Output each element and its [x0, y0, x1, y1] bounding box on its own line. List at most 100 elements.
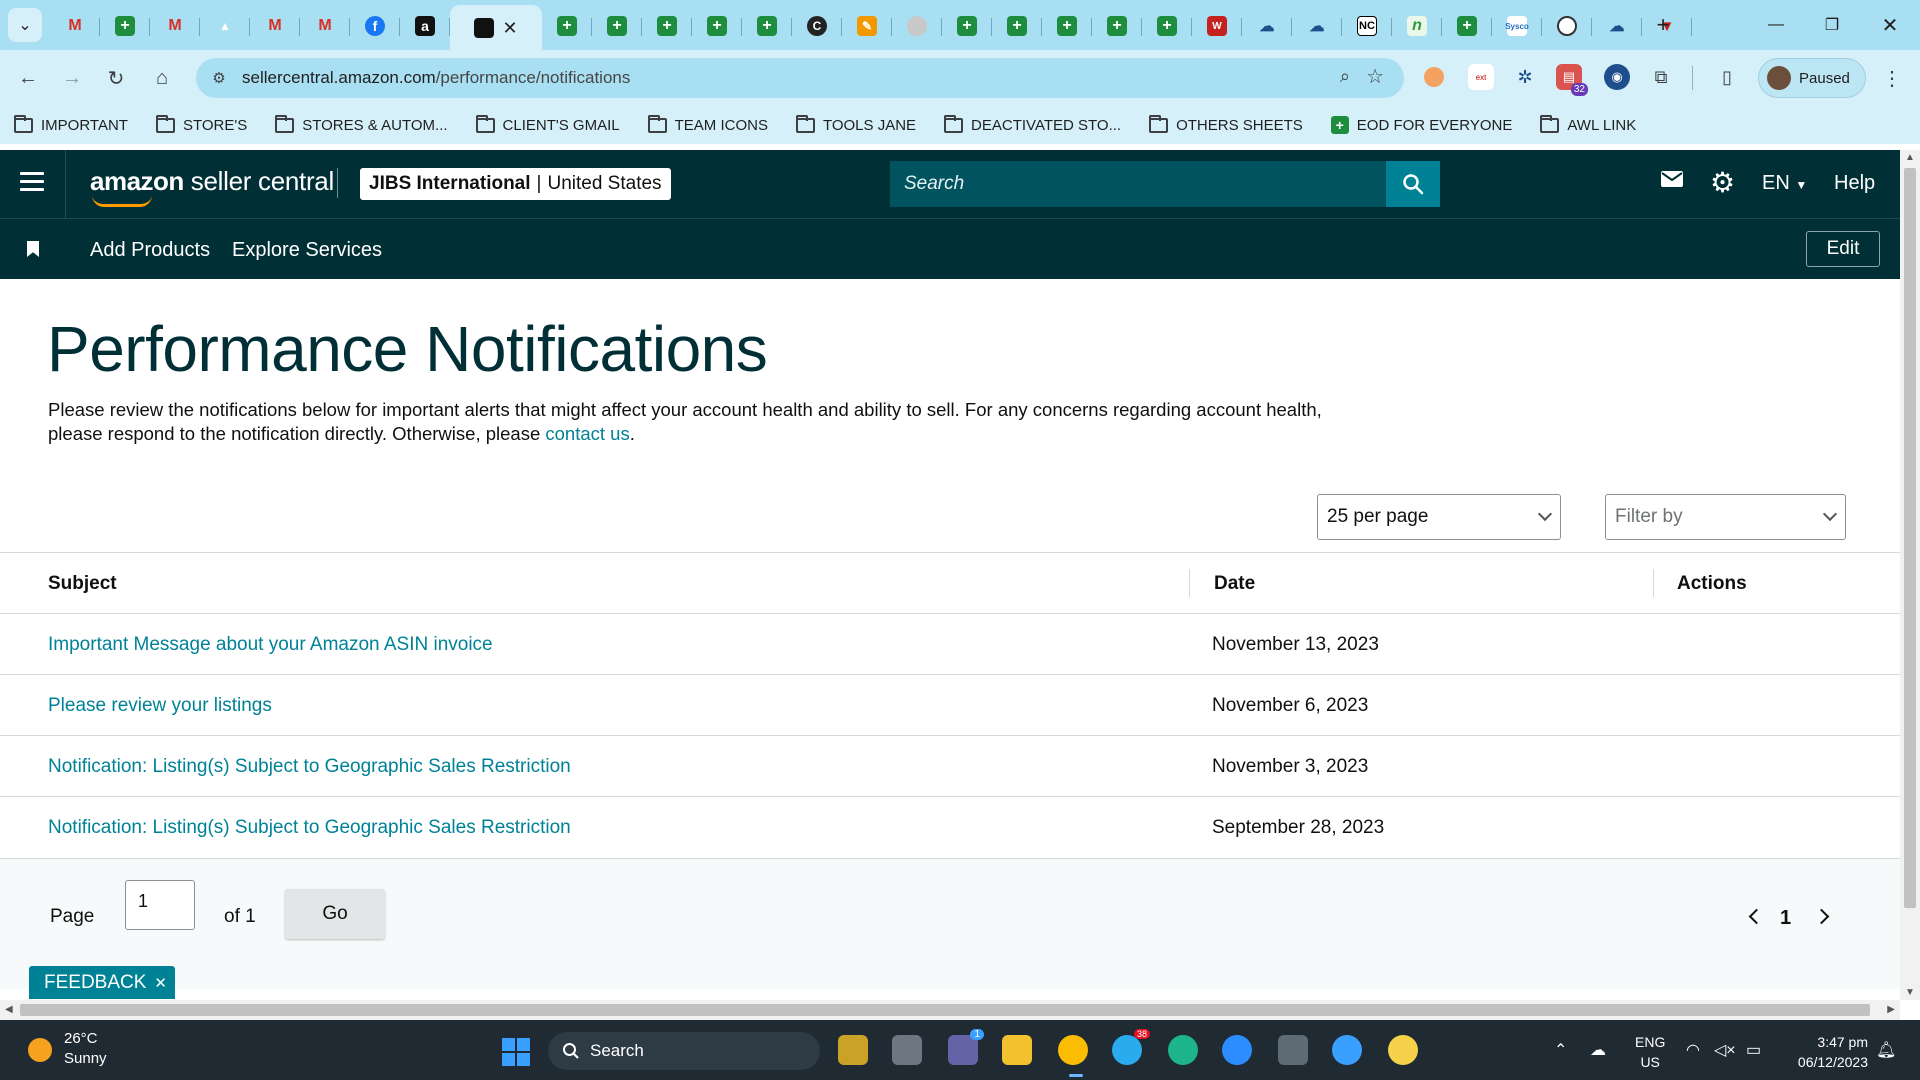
zoom-icon[interactable]: ⌕ [1340, 66, 1350, 87]
browser-tab[interactable]: W [1192, 6, 1242, 46]
volume-muted-icon[interactable]: ◁× [1714, 1040, 1736, 1060]
scrollbar-thumb[interactable] [1904, 168, 1916, 908]
notification-subject-link[interactable]: Important Message about your Amazon ASIN… [48, 634, 493, 656]
bookmark-item[interactable]: CLIENT'S GMAIL [475, 114, 620, 134]
chevron-up-icon[interactable]: ⌃ [1554, 1040, 1567, 1060]
teams-icon[interactable]: 1 [948, 1029, 984, 1065]
horizontal-scrollbar[interactable]: ◀ ▶ [0, 1000, 1900, 1020]
restore-icon[interactable]: ❐ [1812, 8, 1852, 42]
search-button[interactable] [1386, 161, 1440, 207]
taskbar-app-icon[interactable] [892, 1035, 922, 1065]
bookmark-item[interactable]: OTHERS SHEETS [1149, 114, 1303, 134]
site-info-icon[interactable]: ⚙ [208, 67, 230, 89]
taskbar-app-icon[interactable] [1332, 1035, 1362, 1065]
store-selector[interactable]: JIBS International | United States [360, 168, 671, 200]
browser-tab[interactable]: C [792, 6, 842, 46]
file-explorer-icon[interactable] [1002, 1035, 1032, 1065]
contact-us-link[interactable]: contact us [545, 423, 629, 444]
home-icon[interactable]: ⌂ [146, 62, 178, 94]
address-bar[interactable]: ⚙ sellercentral.amazon.com/performance/n… [196, 58, 1404, 98]
onedrive-icon[interactable]: ☁ [1590, 1040, 1606, 1060]
browser-tab[interactable] [892, 6, 942, 46]
settings-gear-icon[interactable]: ⚙ [1710, 166, 1735, 199]
search-input[interactable]: Search [890, 161, 1386, 207]
hamburger-menu-icon[interactable] [20, 172, 44, 192]
filter-by-select[interactable]: Filter by [1605, 494, 1846, 540]
system-clock[interactable]: 3:47 pm 06/12/2023 [1780, 1032, 1868, 1072]
vertical-scrollbar[interactable]: ▲ ▼ [1900, 150, 1920, 1000]
scroll-right-icon[interactable]: ▶ [1887, 1004, 1895, 1015]
wifi-icon[interactable]: ◠ [1686, 1040, 1700, 1060]
scroll-left-icon[interactable]: ◀ [5, 1004, 13, 1015]
current-page-number[interactable]: 1 [1780, 907, 1791, 930]
browser-tab[interactable]: + [692, 6, 742, 46]
tab-search-icon[interactable]: ⌄ [8, 8, 42, 42]
browser-tab[interactable]: M [250, 6, 300, 46]
input-language[interactable]: ENG US [1635, 1032, 1665, 1072]
side-panel-icon[interactable]: ▯ [1714, 64, 1740, 90]
browser-tab[interactable]: f [350, 6, 400, 46]
windows-start-icon[interactable] [502, 1038, 530, 1066]
column-header-subject[interactable]: Subject [48, 573, 117, 595]
menu-icon[interactable]: ⋮ [1876, 62, 1908, 94]
browser-tab[interactable]: ✎ [842, 6, 892, 46]
mail-icon[interactable] [1660, 168, 1684, 196]
bookmark-item[interactable]: IMPORTANT [14, 114, 128, 134]
feedback-button[interactable]: FEEDBACK ✕ [29, 966, 175, 999]
add-products-link[interactable]: Add Products [90, 239, 210, 262]
edge-icon[interactable] [1168, 1035, 1198, 1065]
bookmark-item[interactable]: TOOLS JANE [795, 114, 916, 134]
scroll-down-icon[interactable]: ▼ [1905, 987, 1915, 998]
bookmark-item[interactable]: TEAM ICONS [647, 114, 768, 134]
page-number-input[interactable]: 1 [125, 880, 195, 930]
browser-tab[interactable]: + [942, 6, 992, 46]
browser-tab[interactable]: + [592, 6, 642, 46]
taskbar-search[interactable]: Search [548, 1032, 820, 1070]
telegram-icon[interactable]: 38 [1112, 1029, 1150, 1065]
bookmark-item[interactable]: DEACTIVATED STO... [944, 114, 1121, 134]
extension-icon[interactable]: ▤ 32 [1556, 64, 1588, 96]
extension-icon[interactable]: ◉ [1604, 64, 1630, 90]
weather-temperature[interactable]: 26°C [64, 1030, 98, 1047]
new-tab-button[interactable]: + [1648, 10, 1678, 40]
close-icon[interactable]: ✕ [154, 974, 167, 992]
extension-icon[interactable] [1424, 67, 1444, 87]
extension-icon[interactable]: ext [1468, 64, 1494, 90]
browser-tab[interactable]: M [300, 6, 350, 46]
browser-tab[interactable]: + [642, 6, 692, 46]
browser-tab[interactable]: + [992, 6, 1042, 46]
browser-tab[interactable]: + [1092, 6, 1142, 46]
language-selector[interactable]: EN ▼ [1762, 172, 1807, 195]
browser-tab[interactable]: ☁ [1242, 6, 1292, 46]
chevron-right-icon[interactable] [1813, 908, 1830, 925]
browser-tab[interactable]: M [150, 6, 200, 46]
bookmark-icon[interactable] [27, 241, 39, 257]
forward-icon[interactable]: → [56, 62, 88, 94]
per-page-select[interactable]: 25 per page [1317, 494, 1561, 540]
weather-sun-icon[interactable] [28, 1038, 52, 1062]
browser-tab[interactable]: ▲ [200, 6, 250, 46]
profile-button[interactable]: Paused [1758, 58, 1866, 98]
notification-subject-link[interactable]: Notification: Listing(s) Subject to Geog… [48, 817, 571, 839]
close-window-icon[interactable]: ✕ [1870, 8, 1910, 42]
calculator-icon[interactable] [1278, 1035, 1308, 1065]
battery-icon[interactable]: ▭ [1746, 1040, 1761, 1060]
browser-tab[interactable]: + [100, 6, 150, 46]
taskbar-app-icon[interactable] [838, 1035, 868, 1065]
minimize-icon[interactable]: — [1756, 8, 1796, 42]
extensions-puzzle-icon[interactable]: ⧉ [1648, 64, 1674, 90]
bookmark-item[interactable]: STORES & AUTOM... [275, 114, 448, 134]
go-button[interactable]: Go [285, 889, 385, 939]
back-icon[interactable]: ← [12, 62, 44, 94]
bookmark-star-icon[interactable]: ☆ [1366, 64, 1384, 89]
chrome-icon[interactable] [1058, 1035, 1088, 1065]
edit-nav-button[interactable]: Edit [1806, 231, 1880, 267]
browser-tab[interactable]: M [50, 6, 100, 46]
scrollbar-thumb[interactable] [20, 1004, 1870, 1016]
seller-central-logo[interactable]: amazon seller central [90, 166, 334, 197]
browser-tab[interactable]: + [1142, 6, 1192, 46]
chrome-icon[interactable] [1388, 1035, 1418, 1065]
explore-services-link[interactable]: Explore Services [232, 239, 382, 262]
zoom-icon[interactable] [1222, 1035, 1252, 1065]
reload-icon[interactable]: ↻ [100, 62, 132, 94]
